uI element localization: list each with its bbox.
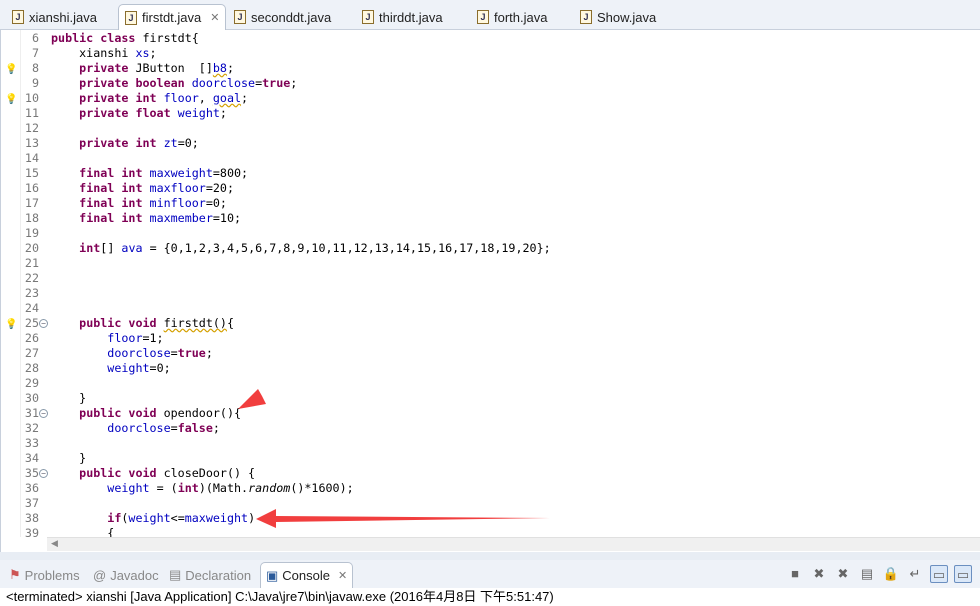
- close-tab-icon[interactable]: ✕: [338, 569, 347, 582]
- console-output[interactable]: <terminated> xianshi [Java Application] …: [0, 588, 980, 606]
- console-icon: ▣: [266, 567, 279, 583]
- show-on-stderr-icon[interactable]: ▭: [954, 565, 972, 583]
- scroll-lock-icon[interactable]: 🔒: [882, 565, 900, 583]
- terminate-icon[interactable]: ■: [786, 565, 804, 583]
- tab-label: Console: [282, 568, 330, 583]
- declaration-icon: ▤: [169, 567, 182, 582]
- annotation-arrows: [238, 311, 550, 528]
- show-on-stdout-icon[interactable]: ▭: [930, 565, 948, 583]
- console-toolbar: ■ ✖ ✖ ▤ 🔒 ↵ ▭ ▭: [786, 565, 972, 583]
- tab-label: Problems: [24, 567, 80, 583]
- problems-icon: ⚑: [9, 567, 21, 582]
- tab-label: Javadoc: [110, 567, 159, 583]
- clear-console-icon[interactable]: ▤: [858, 565, 876, 583]
- tab-label: Declaration: [185, 567, 252, 583]
- javadoc-icon: @: [93, 567, 107, 583]
- remove-launch-icon[interactable]: ✖: [810, 565, 828, 583]
- remove-all-launches-icon[interactable]: ✖: [834, 565, 852, 583]
- red-arrow-to-if-condition: [256, 509, 550, 528]
- tab-console[interactable]: ▣ Console ✕: [260, 562, 354, 588]
- tab-problems[interactable]: ⚑ Problems: [4, 562, 85, 588]
- red-arrow-to-opendoor: [238, 311, 525, 409]
- word-wrap-icon[interactable]: ↵: [906, 565, 924, 583]
- tab-javadoc[interactable]: @ Javadoc: [88, 562, 164, 588]
- tab-declaration[interactable]: ▤ Declaration: [164, 562, 256, 588]
- bottom-panel-tabs: ⚑ Problems @ Javadoc ▤ Declaration ▣ Console…: [0, 560, 980, 588]
